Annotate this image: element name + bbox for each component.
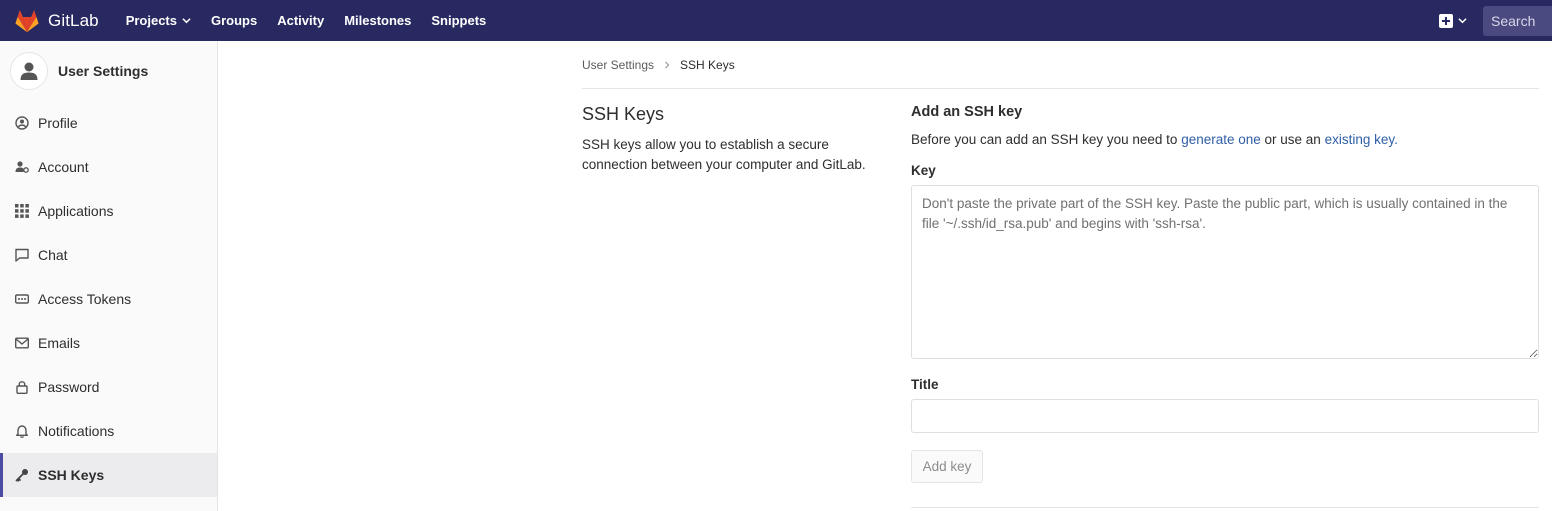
token-icon: [15, 294, 29, 304]
sidebar-item-label: Applications: [38, 203, 114, 219]
page-title: SSH Keys: [582, 104, 665, 124]
tanuki-logo-icon: [15, 9, 39, 32]
profile-icon: [15, 116, 29, 130]
key-label: Key: [911, 163, 936, 178]
add-ssh-key-form: Add an SSH key Before you can add an SSH…: [911, 104, 1539, 483]
breadcrumb-current[interactable]: SSH Keys: [680, 58, 735, 72]
title-label: Title: [911, 377, 939, 392]
form-intro-text: or use an: [1260, 132, 1325, 147]
app-name: GitLab: [48, 10, 99, 30]
sidebar-item-applications[interactable]: Applications: [0, 189, 217, 233]
sidebar-item-label: Account: [38, 159, 89, 175]
chevron-down-icon: [1458, 18, 1467, 24]
generate-one-link[interactable]: generate one: [1181, 132, 1261, 147]
avatar: [10, 52, 48, 90]
sidebar-title: User Settings: [58, 63, 149, 79]
lock-icon: [16, 381, 28, 394]
title-input[interactable]: [911, 399, 1539, 433]
key-icon: [15, 469, 28, 482]
envelope-icon: [15, 337, 29, 349]
top-navbar: GitLab Projects Groups Activity Mileston…: [0, 0, 1552, 41]
form-intro: Before you can add an SSH key you need t…: [911, 132, 1539, 147]
nav-snippets[interactable]: Snippets: [431, 0, 486, 41]
add-key-button[interactable]: Add key: [911, 450, 983, 483]
form-intro-text: Before you can add an SSH key you need t…: [911, 132, 1182, 147]
sidebar-header[interactable]: User Settings: [0, 41, 217, 101]
form-divider: [911, 507, 1539, 508]
bell-icon: [16, 425, 28, 438]
page-description: SSH keys allow you to establish a secure…: [582, 137, 866, 172]
top-right-controls: [1439, 0, 1552, 41]
sidebar-item-chat[interactable]: Chat: [0, 233, 217, 277]
chat-icon: [15, 248, 29, 262]
sidebar-item-access-tokens[interactable]: Access Tokens: [0, 277, 217, 321]
sidebar-item-profile[interactable]: Profile: [0, 101, 217, 145]
chevron-right-icon: [665, 61, 670, 69]
settings-sidebar: User Settings Profile Account Applicatio…: [0, 41, 218, 511]
nav-groups[interactable]: Groups: [211, 0, 257, 41]
user-avatar-icon: [20, 62, 38, 80]
form-heading: Add an SSH key: [911, 104, 1023, 120]
nav-projects-label: Projects: [125, 13, 177, 28]
nav-milestones[interactable]: Milestones: [344, 0, 411, 41]
sidebar-item-label: Emails: [38, 335, 81, 351]
plus-square-icon: [1439, 13, 1453, 28]
existing-key-link[interactable]: existing key.: [1325, 132, 1398, 147]
nav-projects[interactable]: Projects: [126, 0, 191, 41]
sidebar-item-notifications[interactable]: Notifications: [0, 409, 217, 453]
new-dropdown-button[interactable]: [1439, 13, 1467, 28]
nav-activity[interactable]: Activity: [277, 0, 324, 41]
sidebar-item-label: Password: [38, 379, 100, 395]
applications-icon: [15, 204, 29, 218]
sidebar-item-label: SSH Keys: [38, 467, 105, 483]
sidebar-item-label: Profile: [38, 115, 78, 131]
section-info: SSH Keys SSH keys allow you to establish…: [582, 104, 892, 175]
breadcrumb: User Settings SSH Keys: [582, 58, 735, 72]
search-input[interactable]: [1483, 5, 1552, 36]
sidebar-item-password[interactable]: Password: [0, 365, 217, 409]
chevron-down-icon: [182, 18, 191, 24]
breadcrumb-divider: [582, 88, 1539, 89]
sidebar-item-ssh-keys[interactable]: SSH Keys: [0, 453, 217, 497]
sidebar-item-emails[interactable]: Emails: [0, 321, 217, 365]
sidebar-item-label: Chat: [38, 247, 68, 263]
sidebar-item-label: Access Tokens: [38, 291, 132, 307]
key-textarea[interactable]: [911, 185, 1539, 359]
gitlab-logo[interactable]: GitLab: [14, 0, 99, 41]
sidebar-item-account[interactable]: Account: [0, 145, 217, 189]
account-icon: [15, 161, 29, 173]
sidebar-item-label: Notifications: [38, 423, 115, 439]
main-nav: Projects Groups Activity Milestones Snip…: [126, 0, 507, 41]
breadcrumb-parent[interactable]: User Settings: [582, 58, 654, 72]
